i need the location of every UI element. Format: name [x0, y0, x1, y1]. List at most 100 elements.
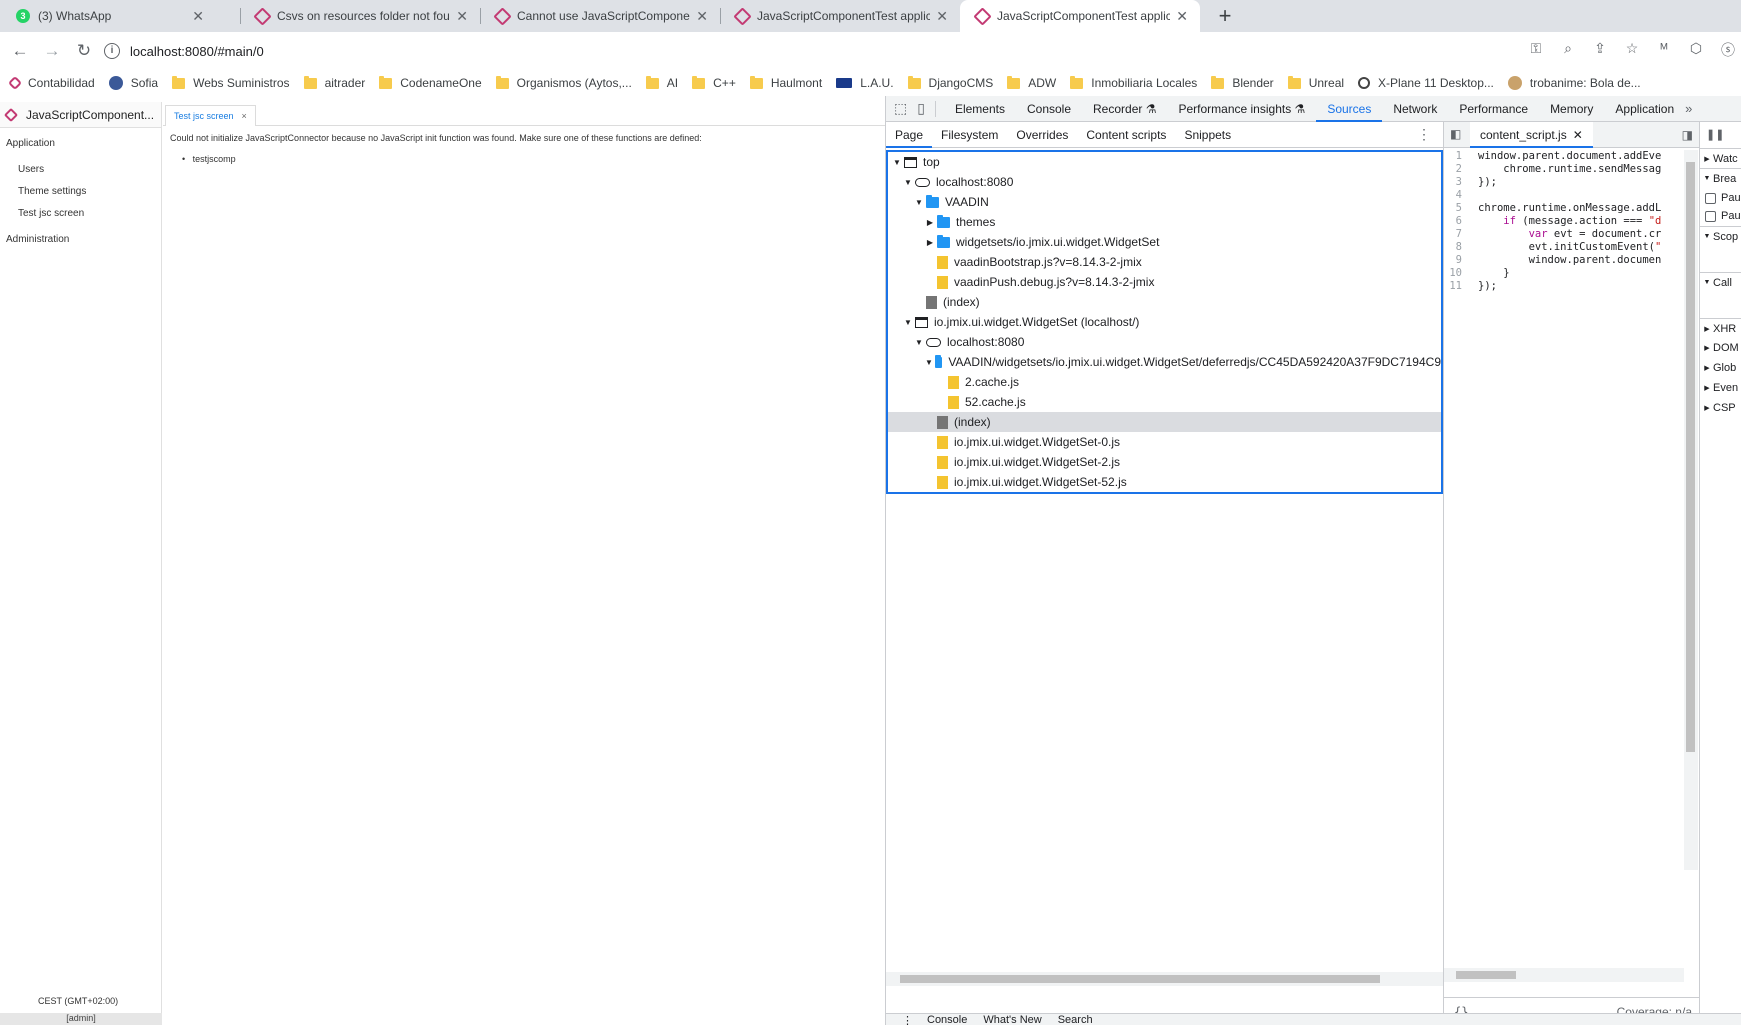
tree-item[interactable]: ▶ themes	[888, 212, 1441, 232]
tree-item[interactable]: ▶io.jmix.ui.widget.WidgetSet-2.js	[888, 452, 1441, 472]
scrollbar-thumb[interactable]	[1456, 971, 1516, 979]
line-number[interactable]: 2	[1444, 163, 1468, 177]
extension-icon[interactable]: ᴹ	[1648, 40, 1680, 62]
code-line[interactable]: 5 chrome.runtime.onMessage.addL	[1444, 202, 1684, 216]
code-line[interactable]: 10 }	[1444, 267, 1684, 281]
app-tab-test-jsc[interactable]: Test jsc screen ×	[165, 105, 256, 126]
tree-item[interactable]: ▶vaadinPush.debug.js?v=8.14.3-2-jmix	[888, 272, 1441, 292]
line-number[interactable]: 5	[1444, 202, 1468, 216]
code-line[interactable]: 2 chrome.runtime.sendMessag	[1444, 163, 1684, 177]
bookmark[interactable]: X-Plane 11 Desktop...	[1358, 76, 1494, 90]
toggle-debugger-icon[interactable]: ◨	[1682, 128, 1693, 142]
scrollbar-thumb[interactable]	[900, 975, 1380, 983]
bookmark[interactable]: Contabilidad	[7, 75, 95, 91]
zoom-icon[interactable]: ⌕	[1552, 40, 1584, 62]
code-line[interactable]: 11});	[1444, 280, 1684, 294]
bookmark[interactable]: Sofia	[108, 76, 158, 90]
line-number[interactable]: 10	[1444, 267, 1468, 281]
bookmark[interactable]: L.A.U.	[836, 76, 894, 90]
nav-tab-filesystem[interactable]: Filesystem	[932, 122, 1007, 148]
line-number[interactable]: 7	[1444, 228, 1468, 242]
bookmark-folder[interactable]: CodenameOne	[379, 75, 482, 90]
bookmark-folder[interactable]: AI	[645, 75, 678, 90]
pause-on-exceptions[interactable]: Pau	[1700, 188, 1741, 208]
close-icon[interactable]: ✕	[696, 8, 708, 25]
code-lines[interactable]: 1 window.parent.document.addEve 2 chrome.r…	[1444, 150, 1700, 750]
nav-tab-overrides[interactable]: Overrides	[1007, 122, 1077, 148]
cube-icon[interactable]: ⬡	[1680, 40, 1712, 62]
back-button[interactable]: ←	[6, 37, 34, 65]
line-number[interactable]: 1	[1444, 150, 1468, 164]
tree-item[interactable]: ▶io.jmix.ui.widget.WidgetSet-0.js	[888, 432, 1441, 452]
tab-cannot-use[interactable]: Cannot use JavaScriptComponent ✕	[480, 0, 720, 32]
tree-item[interactable]: ▶io.jmix.ui.widget.WidgetSet-52.js	[888, 472, 1441, 492]
bookmark-folder[interactable]: Unreal	[1287, 75, 1344, 90]
tab-jsc-test-1[interactable]: JavaScriptComponentTest application ✕	[720, 0, 960, 32]
bookmark-folder[interactable]: Inmobiliaria Locales	[1070, 75, 1197, 90]
kebab-menu-icon[interactable]: ⋮	[1417, 126, 1431, 143]
section-xhr[interactable]: ▶ XHR	[1700, 318, 1741, 338]
devtools-tab-sources[interactable]: Sources	[1316, 96, 1383, 122]
user-indicator[interactable]: [admin]	[0, 1013, 162, 1025]
bookmark-folder[interactable]: Blender	[1211, 75, 1274, 90]
section-call-stack[interactable]: ▼ Call	[1700, 272, 1741, 292]
menu-administration[interactable]: Administration	[6, 234, 69, 245]
line-number[interactable]: 3	[1444, 176, 1468, 190]
bookmark-folder[interactable]: Haulmont	[749, 75, 822, 90]
devtools-tab-network[interactable]: Network	[1382, 96, 1448, 122]
drawer-tab-console[interactable]: Console	[927, 1014, 967, 1026]
code-line[interactable]: 8 evt.initCustomEvent("	[1444, 241, 1684, 255]
section-scope[interactable]: ▼ Scop	[1700, 226, 1741, 246]
line-number[interactable]: 8	[1444, 241, 1468, 255]
menu-test-jsc[interactable]: Test jsc screen	[18, 208, 84, 219]
tree-item[interactable]: ▶(index)	[888, 292, 1441, 312]
nav-tab-content-scripts[interactable]: Content scripts	[1077, 122, 1175, 148]
device-toggle-icon[interactable]: ▯	[917, 100, 925, 117]
devtools-tab-elements[interactable]: Elements	[944, 96, 1016, 122]
nav-tab-snippets[interactable]: Snippets	[1175, 122, 1240, 148]
tree-item[interactable]: ▶vaadinBootstrap.js?v=8.14.3-2-jmix	[888, 252, 1441, 272]
section-csp[interactable]: ▶ CSP	[1700, 398, 1741, 418]
info-icon[interactable]: i	[104, 43, 120, 59]
code-line[interactable]: 6 if (message.action === "d	[1444, 215, 1684, 229]
close-icon[interactable]: ✕	[1176, 8, 1188, 25]
pause-icon[interactable]: ❚❚	[1706, 128, 1724, 141]
devtools-tab-performance[interactable]: Performance	[1448, 96, 1539, 122]
close-icon[interactable]: ✕	[1573, 128, 1583, 142]
key-icon[interactable]: ⚿	[1520, 40, 1552, 62]
menu-application[interactable]: Application	[6, 138, 55, 149]
bookmark[interactable]: trobanime: Bola de...	[1507, 76, 1641, 90]
devtools-tab-performance-insights[interactable]: Performance insights ⚗	[1167, 96, 1316, 122]
menu-theme-settings[interactable]: Theme settings	[18, 186, 86, 197]
toggle-navigator-icon[interactable]: ◧	[1450, 127, 1461, 141]
pause-on-caught[interactable]: Pau	[1700, 206, 1741, 226]
close-icon[interactable]: ✕	[192, 8, 204, 25]
code-line[interactable]: 9 window.parent.documen	[1444, 254, 1684, 268]
editor-tab-content-script[interactable]: content_script.js ✕	[1470, 121, 1593, 148]
new-tab-button[interactable]: +	[1212, 3, 1238, 29]
tree-item[interactable]: ▼ top	[888, 152, 1441, 172]
drawer-menu-icon[interactable]: ⋮	[902, 1014, 913, 1027]
reload-button[interactable]: ↻	[70, 37, 98, 65]
close-icon[interactable]: ✕	[456, 8, 468, 25]
expand-icon[interactable]: ▶	[925, 238, 935, 247]
skype-icon[interactable]: ⓢ	[1712, 40, 1741, 62]
collapse-icon[interactable]: ▼	[892, 158, 902, 167]
share-icon[interactable]: ⇪	[1584, 40, 1616, 62]
tree-item[interactable]: ▶52.cache.js	[888, 392, 1441, 412]
tree-item[interactable]: ▼ localhost:8080	[888, 332, 1441, 352]
tree-item[interactable]: ▼ io.jmix.ui.widget.WidgetSet (localhost/…	[888, 312, 1441, 332]
close-icon[interactable]: ×	[242, 111, 247, 121]
close-icon[interactable]: ✕	[936, 8, 948, 25]
menu-users[interactable]: Users	[18, 164, 44, 175]
tab-csvs[interactable]: Csvs on resources folder not found ✕	[240, 0, 480, 32]
section-watch[interactable]: ▶ Watc	[1700, 148, 1741, 168]
star-icon[interactable]: ☆	[1616, 40, 1648, 62]
code-line[interactable]: 1 window.parent.document.addEve	[1444, 150, 1684, 164]
bookmark-folder[interactable]: DjangoCMS	[907, 75, 993, 90]
expand-icon[interactable]: ▶	[925, 218, 935, 227]
inspect-icon[interactable]: ⬚	[894, 100, 907, 117]
drawer-tab-whats-new[interactable]: What's New	[983, 1014, 1041, 1026]
devtools-tab-application[interactable]: Application	[1604, 96, 1685, 122]
code-line[interactable]: 3});	[1444, 176, 1684, 190]
